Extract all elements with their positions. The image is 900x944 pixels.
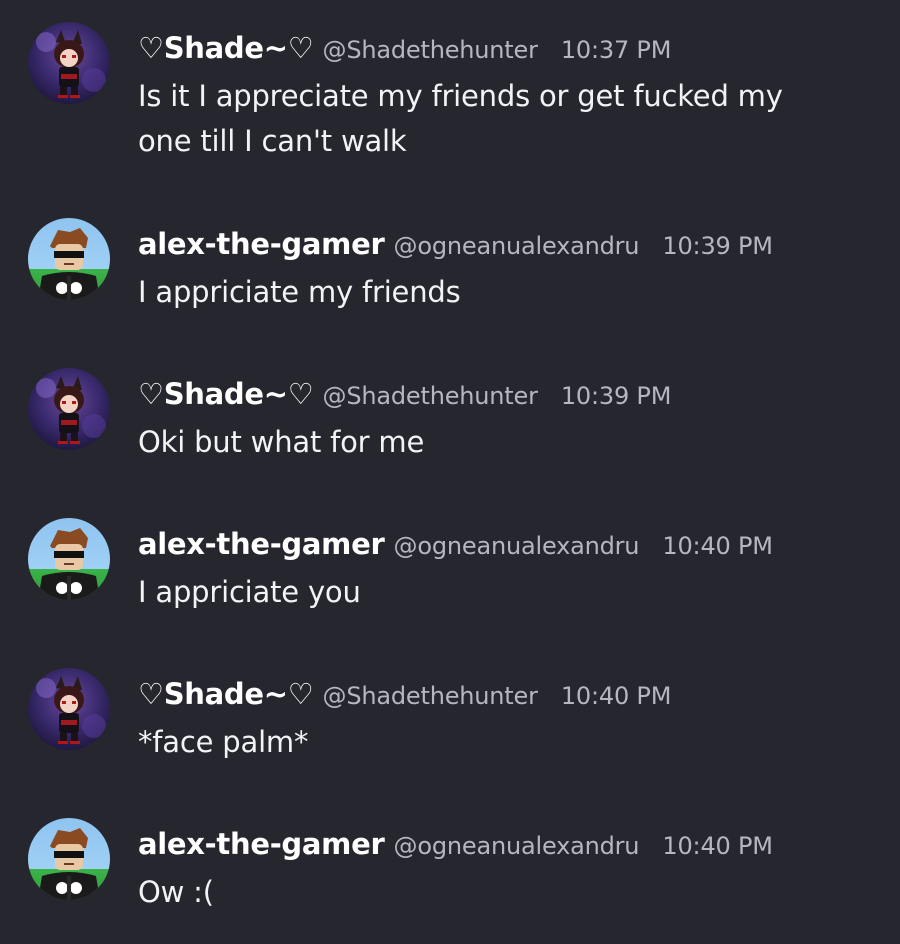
timestamp: 10:40 PM bbox=[662, 532, 773, 560]
username[interactable]: ♡Shade~♡ bbox=[138, 31, 314, 65]
user-handle: @Shadethehunter bbox=[322, 682, 538, 710]
anime-character-avatar-icon bbox=[28, 368, 110, 450]
timestamp: 10:37 PM bbox=[560, 36, 672, 64]
user-handle: @ogneanualexandru bbox=[393, 232, 640, 260]
username[interactable]: alex-the-gamer bbox=[138, 227, 385, 261]
anime-character-avatar-icon bbox=[28, 668, 110, 750]
message-text: Oki but what for me bbox=[138, 425, 425, 459]
roblox-character-avatar-icon bbox=[28, 518, 110, 600]
message-header: ♡Shade~♡ @Shadethehunter 10:37 PM bbox=[138, 28, 671, 68]
user-handle: @Shadethehunter bbox=[322, 382, 538, 410]
message-text: I appriciate you bbox=[138, 575, 361, 609]
message-header: alex-the-gamer @ogneanualexandru 10:40 P… bbox=[138, 524, 773, 564]
timestamp: 10:39 PM bbox=[560, 382, 672, 410]
message-text: Ow :( bbox=[138, 875, 214, 909]
timestamp: 10:40 PM bbox=[560, 682, 672, 710]
avatar[interactable] bbox=[28, 668, 110, 750]
chat-log: ♡Shade~♡ @Shadethehunter 10:37 PM Is it … bbox=[0, 0, 900, 944]
message-text: *face palm* bbox=[138, 725, 309, 759]
avatar[interactable] bbox=[28, 518, 110, 600]
message-header: alex-the-gamer @ogneanualexandru 10:40 P… bbox=[138, 824, 773, 864]
anime-character-avatar-icon bbox=[28, 22, 110, 104]
user-handle: @ogneanualexandru bbox=[393, 532, 640, 560]
avatar[interactable] bbox=[28, 218, 110, 300]
message-header: alex-the-gamer @ogneanualexandru 10:39 P… bbox=[138, 224, 773, 264]
message-header: ♡Shade~♡ @Shadethehunter 10:40 PM bbox=[138, 674, 671, 714]
avatar[interactable] bbox=[28, 368, 110, 450]
timestamp: 10:40 PM bbox=[662, 832, 773, 860]
username[interactable]: alex-the-gamer bbox=[138, 527, 385, 561]
avatar[interactable] bbox=[28, 22, 110, 104]
username[interactable]: ♡Shade~♡ bbox=[138, 377, 314, 411]
username[interactable]: alex-the-gamer bbox=[138, 827, 385, 861]
user-handle: @ogneanualexandru bbox=[393, 832, 640, 860]
roblox-character-avatar-icon bbox=[28, 218, 110, 300]
timestamp: 10:39 PM bbox=[662, 232, 773, 260]
user-handle: @Shadethehunter bbox=[322, 36, 538, 64]
message-header: ♡Shade~♡ @Shadethehunter 10:39 PM bbox=[138, 374, 671, 414]
message-text: I appriciate my friends bbox=[138, 275, 461, 309]
avatar[interactable] bbox=[28, 818, 110, 900]
username[interactable]: ♡Shade~♡ bbox=[138, 677, 314, 711]
message-text: Is it I appreciate my friends or get fuc… bbox=[138, 79, 783, 158]
roblox-character-avatar-icon bbox=[28, 818, 110, 900]
